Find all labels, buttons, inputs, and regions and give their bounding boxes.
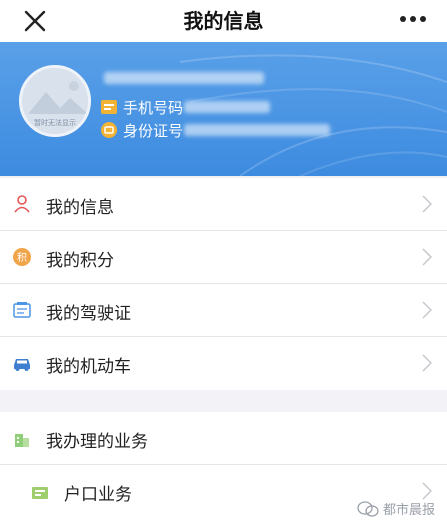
section-divider (0, 390, 447, 412)
points-icon: 积 (13, 248, 31, 266)
avatar[interactable]: 暂时无法显示 (19, 65, 91, 137)
car-icon (14, 359, 30, 371)
watermark: 都市晨报 (357, 499, 435, 518)
redacted-name (104, 72, 264, 84)
id-label: 身份证号 (123, 121, 184, 140)
services-header: 我办理的业务 (0, 412, 447, 465)
user-icon (14, 195, 30, 213)
chevron-right-icon (422, 354, 432, 372)
menu-item-my-vehicle[interactable]: 我的机动车 (0, 337, 447, 390)
menu-item-label: 我的积分 (46, 251, 114, 271)
redacted-phone (184, 101, 270, 113)
service-item-label: 户口业务 (64, 485, 132, 505)
id-row: 身份证号 (100, 119, 183, 141)
top-bar: 我的信息 (0, 0, 447, 42)
profile-header: 暂时无法显示 手机号码 身份证号 (0, 42, 447, 176)
menu-item-label: 我的机动车 (46, 357, 131, 377)
chevron-right-icon (422, 248, 432, 266)
wechat-icon (357, 500, 379, 517)
redacted-id (184, 124, 330, 136)
svg-text:积: 积 (17, 252, 27, 264)
phone-badge-icon (101, 100, 117, 114)
more-icon[interactable] (397, 8, 429, 30)
phone-label: 手机号码 (123, 98, 184, 117)
phone-row: 手机号码 (100, 96, 183, 118)
menu-item-my-points[interactable]: 积 我的积分 (0, 231, 447, 284)
id-badge-icon (101, 122, 117, 138)
household-icon (32, 487, 48, 499)
chevron-right-icon (422, 482, 432, 500)
page-title: 我的信息 (183, 9, 264, 33)
menu-item-my-info[interactable]: 我的信息 (0, 178, 447, 231)
chevron-right-icon (422, 301, 432, 319)
chevron-right-icon (422, 195, 432, 213)
menu-list: 我的信息 积 我的积分 我的驾驶证 我的机动车 (0, 178, 447, 390)
building-icon (15, 434, 29, 447)
menu-item-my-license[interactable]: 我的驾驶证 (0, 284, 447, 337)
services-header-label: 我办理的业务 (46, 432, 148, 452)
menu-item-label: 我的信息 (46, 198, 114, 218)
avatar-caption: 暂时无法显示 (34, 119, 76, 127)
watermark-text: 都市晨报 (382, 503, 435, 518)
license-icon (13, 302, 31, 318)
menu-item-label: 我的驾驶证 (46, 304, 131, 324)
